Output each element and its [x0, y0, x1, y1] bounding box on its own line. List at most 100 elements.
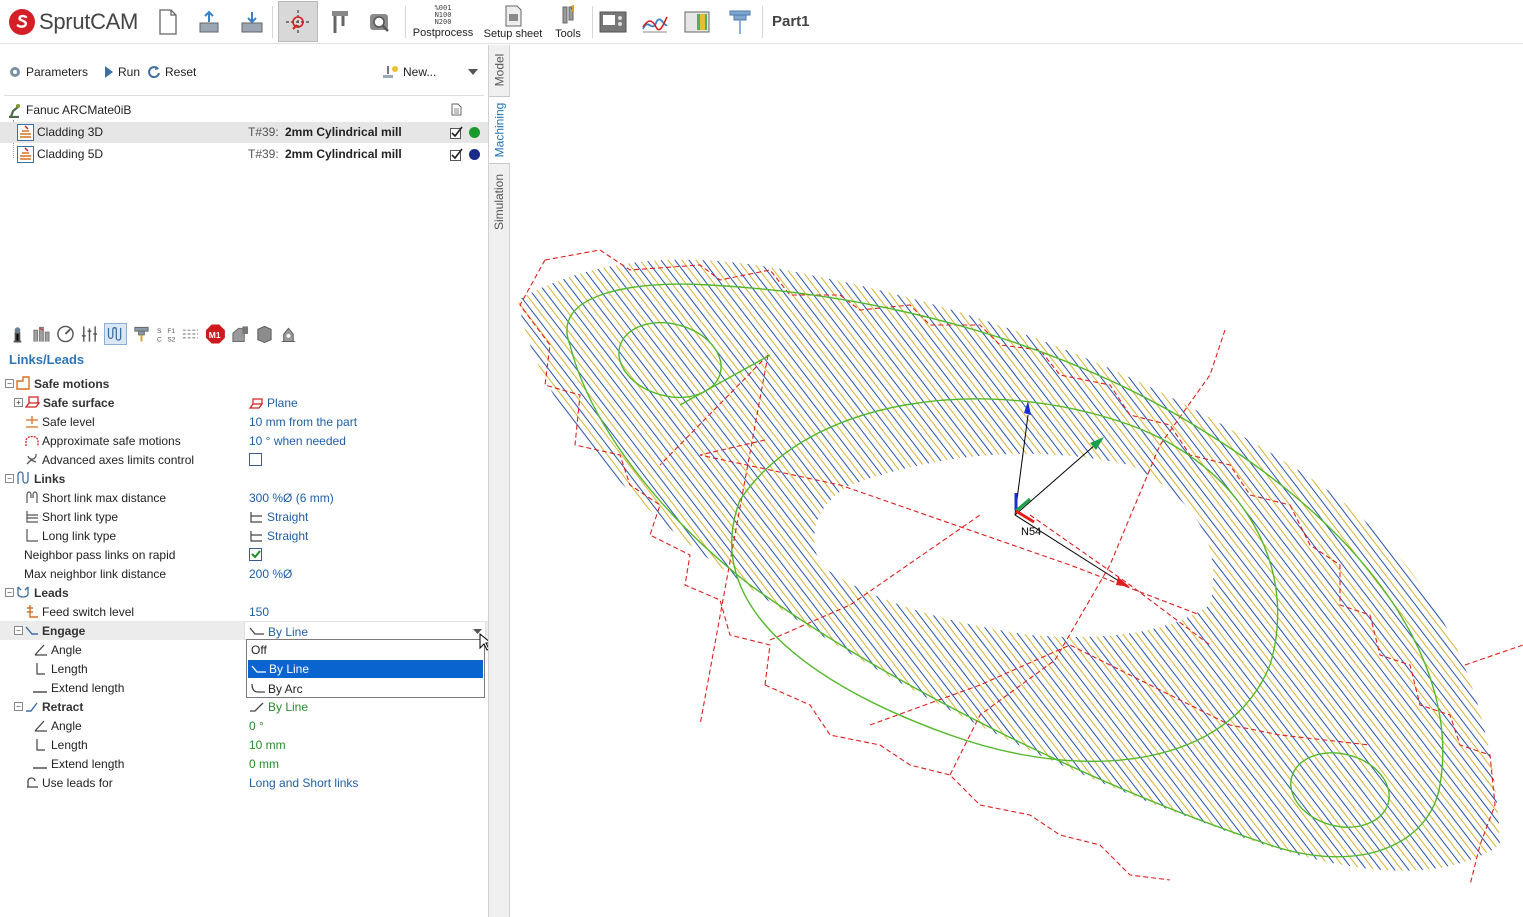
- tree-operation-row[interactable]: Cladding 5D T#39: 2mm Cylindrical mill: [0, 144, 488, 165]
- param-value[interactable]: 150: [249, 602, 269, 621]
- dropdown-option-off[interactable]: Off: [247, 640, 484, 659]
- straight-link-icon: [250, 530, 262, 542]
- run-button[interactable]: Run: [104, 63, 140, 82]
- tab-model[interactable]: Model: [489, 45, 510, 95]
- toolpath-pass: [1303, 259, 1500, 871]
- param-row-max-neighbor[interactable]: Max neighbor link distance 200 %Ø: [0, 564, 488, 583]
- param-value[interactable]: 0 °: [249, 716, 264, 735]
- param-row-feed-switch[interactable]: Feed switch level 150: [0, 602, 488, 621]
- tools-button[interactable]: Tools: [550, 3, 586, 41]
- inspect-button[interactable]: [366, 3, 394, 41]
- param-row-use-leads-for[interactable]: Use leads for Long and Short links: [0, 773, 488, 792]
- stock-tab-icon[interactable]: [255, 324, 274, 344]
- 3d-viewport[interactable]: N54: [510, 45, 1523, 917]
- postprocess-button[interactable]: %001 N100 N200 Postprocess: [410, 3, 476, 41]
- param-row-safe-level[interactable]: Safe level 10 mm from the part: [0, 412, 488, 431]
- toolpath-pass: [1429, 259, 1500, 871]
- param-row-safe-surface[interactable]: + Safe surface Plane: [0, 393, 488, 412]
- toolpath-pass: [518, 259, 731, 871]
- fixture-tab-icon[interactable]: [231, 324, 250, 344]
- strategy-tab-icon[interactable]: [80, 324, 99, 344]
- tree-machine-item[interactable]: Fanuc ARCMate0iB: [0, 100, 488, 120]
- param-group-safe-motions[interactable]: − Safe motions: [0, 374, 488, 393]
- m1-stop-tab-icon[interactable]: M1: [205, 323, 226, 345]
- reset-button[interactable]: Reset: [147, 63, 196, 82]
- expand-toggle[interactable]: +: [14, 398, 23, 407]
- toolpath-pass: [1436, 259, 1500, 871]
- dropdown-option-by-line[interactable]: By Line: [248, 660, 483, 678]
- param-label: Angle: [51, 643, 82, 657]
- param-value[interactable]: 10 mm: [249, 735, 286, 754]
- param-group-links[interactable]: − Links: [0, 469, 488, 488]
- param-value[interactable]: Straight: [249, 526, 308, 545]
- collapse-toggle[interactable]: −: [5, 474, 14, 483]
- toolpath-pass: [1499, 259, 1500, 871]
- operations-panel: Parameters Run Reset New... Fanuc ARCMat…: [0, 45, 504, 917]
- tab-machining[interactable]: Machining: [489, 96, 510, 164]
- param-value[interactable]: Straight: [249, 507, 308, 526]
- param-group-leads[interactable]: − Leads: [0, 583, 488, 602]
- collapse-toggle[interactable]: −: [5, 588, 14, 597]
- svg-text:M1: M1: [209, 330, 221, 340]
- document-icon[interactable]: [451, 103, 462, 116]
- collapse-toggle[interactable]: −: [5, 379, 14, 388]
- tool-tab-icon[interactable]: [8, 324, 27, 344]
- open-file-button[interactable]: [195, 3, 223, 41]
- cnc-control-button[interactable]: [598, 3, 628, 41]
- param-row-neighbor-pass[interactable]: Neighbor pass links on rapid: [0, 545, 488, 564]
- param-value[interactable]: 0 mm: [249, 754, 279, 773]
- tree-operation-row[interactable]: Cladding 3D T#39: 2mm Cylindrical mill: [0, 122, 488, 143]
- param-row-short-link-max[interactable]: Short link max distance 300 %Ø (6 mm): [0, 488, 488, 507]
- neighbor-pass-checkbox[interactable]: [249, 548, 262, 561]
- color-map-button[interactable]: [682, 3, 712, 41]
- workpiece-tab-icon[interactable]: [32, 324, 51, 344]
- tab-simulation[interactable]: Simulation: [489, 166, 510, 238]
- param-row-retract[interactable]: − Retract By Line: [0, 697, 488, 716]
- param-value[interactable]: 10 mm from the part: [249, 412, 357, 431]
- param-value[interactable]: Long and Short links: [249, 773, 358, 792]
- save-button[interactable]: [238, 3, 266, 41]
- new-operation-dropdown-arrow[interactable]: [468, 63, 478, 82]
- spindle-icon: [729, 10, 751, 34]
- param-value[interactable]: 10 ° when needed: [249, 431, 346, 450]
- toolpath-pass: [510, 195, 513, 917]
- param-value[interactable]: 200 %Ø: [249, 564, 292, 583]
- toolpath-pass: [518, 259, 549, 871]
- measure-button[interactable]: [326, 3, 354, 41]
- param-row-retract-length[interactable]: Length 10 mm: [0, 735, 488, 754]
- param-label: Short link type: [42, 510, 119, 524]
- param-row-retract-angle[interactable]: Angle 0 °: [0, 716, 488, 735]
- param-row-adv-axes[interactable]: Advanced axes limits control: [0, 450, 488, 469]
- cladding-tab-icon[interactable]: [132, 324, 151, 344]
- check-calc-icon[interactable]: [450, 148, 463, 161]
- collapse-toggle[interactable]: −: [14, 626, 23, 635]
- param-row-long-link-type[interactable]: Long link type Straight: [0, 526, 488, 545]
- toolpath-pass: [518, 259, 528, 871]
- param-value[interactable]: 300 %Ø (6 mm): [249, 488, 334, 507]
- feed-tab-icon[interactable]: [56, 324, 75, 344]
- param-value[interactable]: Plane: [249, 393, 298, 412]
- collapse-toggle[interactable]: −: [14, 702, 23, 711]
- param-row-engage[interactable]: − Engage By Line: [0, 621, 488, 640]
- coolant-tab-icon[interactable]: S F1 C S2: [156, 324, 177, 344]
- new-file-button[interactable]: [155, 3, 181, 41]
- tool-holder-button[interactable]: [725, 3, 755, 41]
- graph-button[interactable]: [640, 3, 670, 41]
- param-row-retract-extend[interactable]: Extend length 0 mm: [0, 754, 488, 773]
- tools-icon: [562, 4, 574, 23]
- snap-mode-button[interactable]: [278, 1, 318, 42]
- adv-axes-checkbox[interactable]: [249, 453, 262, 466]
- tech-commands-tab-icon[interactable]: [181, 324, 200, 344]
- param-row-approx-safe[interactable]: Approximate safe motions 10 ° when neede…: [0, 431, 488, 450]
- param-row-short-link-type[interactable]: Short link type Straight: [0, 507, 488, 526]
- param-value[interactable]: By Line: [249, 697, 308, 716]
- setup-sheet-button[interactable]: Setup sheet: [482, 3, 544, 41]
- machine-tab-icon[interactable]: [279, 324, 298, 344]
- engage-select[interactable]: By Line: [244, 621, 486, 640]
- svg-text:S2: S2: [167, 337, 175, 344]
- parameters-button[interactable]: Parameters: [8, 63, 88, 82]
- links-leads-tab-icon[interactable]: [103, 323, 127, 345]
- dropdown-option-by-arc[interactable]: By Arc: [247, 679, 484, 698]
- check-calc-icon[interactable]: [450, 126, 463, 139]
- new-operation-button[interactable]: New...: [381, 63, 436, 82]
